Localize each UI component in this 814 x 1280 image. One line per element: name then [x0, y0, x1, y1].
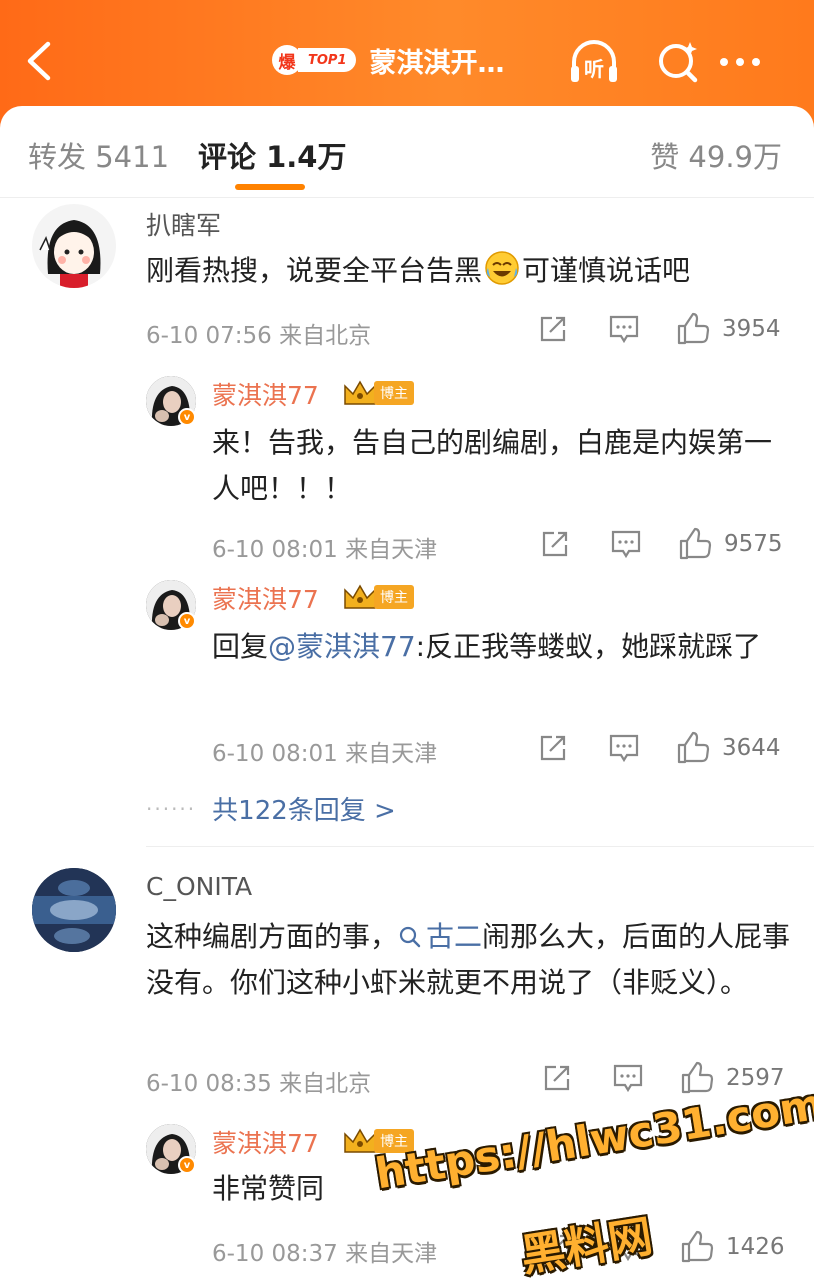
like-count: 1426: [726, 1234, 785, 1260]
tab-underline: [235, 184, 305, 190]
like-count: 3644: [722, 735, 781, 761]
like-count: 9575: [724, 531, 783, 557]
comment-text-part: 刚看热搜，说要全平台告黑: [146, 254, 483, 287]
like-count: 3954: [722, 316, 781, 342]
blogger-badge-label: 博主: [374, 381, 414, 405]
crown-icon: [344, 380, 376, 405]
thumbs-up-icon: [679, 527, 712, 560]
comment-text: 这种编剧方面的事， 古二闹那么大，后面的人屁事没有。你们这种小虾米就更不用说了（非…: [146, 914, 792, 1006]
reply-time: 6-10 08:37 来自天津: [212, 1241, 438, 1267]
thumbs-up-icon: [681, 1061, 714, 1094]
page-title: 蒙淇淇开…: [369, 47, 505, 79]
more-replies-link[interactable]: ······ 共122条回复 >: [146, 790, 396, 827]
comment-icon: [611, 530, 641, 559]
reply-text: 来！告我，告自己的剧编剧，白鹿是内娱第一人吧！！！: [212, 426, 773, 505]
share-icon: [544, 1065, 570, 1091]
page: { "header": { "hot_char": "爆", "top_labe…: [0, 0, 814, 1280]
comment-time: 6-10 07:56 来自北京: [146, 323, 372, 349]
crying-laughing-emoji-icon: [485, 251, 519, 285]
search-icon: [399, 926, 421, 948]
comment-time: 6-10 08:35 来自北京: [146, 1071, 372, 1097]
divider: [146, 846, 814, 847]
user-photo-avatar: [32, 868, 116, 952]
tab-bar: 转发 5411 评论 1.4万 赞 49.9万: [0, 106, 814, 198]
reply-username[interactable]: 蒙淇淇77: [212, 376, 319, 412]
comment-icon: [613, 1064, 643, 1093]
share-button[interactable]: [542, 1063, 572, 1093]
back-button[interactable]: [22, 36, 62, 86]
blogger-badge: 博主: [342, 582, 414, 612]
thumbs-up-icon: [681, 1230, 714, 1263]
like-button[interactable]: 3954: [676, 312, 781, 346]
reply-button[interactable]: [608, 314, 640, 344]
dots-divider: ······: [146, 796, 197, 821]
share-icon: [540, 316, 566, 342]
reply-button[interactable]: [610, 529, 642, 559]
mention-link[interactable]: @蒙淇淇77: [268, 630, 416, 663]
reply-time: 6-10 08:01 来自天津: [212, 537, 438, 563]
tab-repost[interactable]: 转发 5411: [28, 134, 169, 176]
share-button[interactable]: [538, 733, 568, 763]
avatar[interactable]: [32, 868, 116, 952]
search-topic-label: 古二: [426, 920, 483, 953]
share-button[interactable]: [540, 529, 570, 559]
comment-icon: [609, 315, 639, 344]
reply-username[interactable]: 蒙淇淇77: [212, 580, 319, 616]
reply-username[interactable]: 蒙淇淇77: [212, 1124, 319, 1160]
reply-button[interactable]: [612, 1063, 644, 1093]
listen-button[interactable]: 听: [566, 34, 622, 90]
comment-username[interactable]: C_ONITA: [146, 872, 252, 901]
like-button[interactable]: 9575: [678, 527, 783, 561]
more-button[interactable]: [710, 34, 770, 90]
avatar[interactable]: [32, 204, 116, 288]
top-rank-badge: TOP1: [298, 48, 356, 72]
chevron-left-icon: [27, 41, 51, 81]
crown-icon: [344, 584, 376, 609]
like-button[interactable]: 1426: [680, 1230, 785, 1264]
more-replies-label: 共122条回复 >: [212, 796, 396, 826]
tab-comments[interactable]: 评论 1.4万: [198, 134, 346, 176]
blogger-badge: 博主: [342, 378, 414, 408]
search-button[interactable]: [650, 34, 706, 90]
verified-badge-icon: v: [178, 1156, 196, 1174]
more-dots-icon: [720, 58, 760, 66]
comment-text: 刚看热搜，说要全平台告黑 可谨慎说话吧: [146, 248, 796, 294]
share-button[interactable]: [538, 314, 568, 344]
search-topic-link[interactable]: 古二: [398, 920, 482, 953]
thumbs-up-icon: [677, 312, 710, 345]
comment-text-part: 这种编剧方面的事，: [146, 920, 399, 953]
reply-prefix: 回复: [212, 630, 269, 663]
verified-badge-icon: v: [178, 612, 196, 630]
like-button[interactable]: 3644: [676, 731, 781, 765]
comment-icon: [609, 734, 639, 763]
reply-button[interactable]: [608, 733, 640, 763]
reply-time: 6-10 08:01 来自天津: [212, 741, 438, 767]
reply-text-part: :反正我等蝼蚁，她踩就踩了: [415, 630, 762, 663]
blogger-badge-label: 博主: [374, 585, 414, 609]
verified-badge-icon: v: [178, 408, 196, 426]
reply-text: 回复@蒙淇淇77:反正我等蝼蚁，她踩就踩了: [212, 624, 792, 670]
svg-text:听: 听: [584, 57, 604, 81]
thumbs-up-icon: [677, 731, 710, 764]
cartoon-girl-avatar: [39, 220, 101, 288]
share-icon: [540, 735, 566, 761]
share-icon: [542, 531, 568, 557]
hot-search-title[interactable]: 爆 TOP1 蒙淇淇开…: [272, 38, 505, 82]
search-icon: [659, 42, 698, 83]
tab-likes[interactable]: 赞 49.9万: [650, 134, 782, 176]
headphones-icon: 听: [571, 40, 617, 82]
comment-username[interactable]: 扒瞎军: [146, 206, 221, 242]
comment-text-part: 可谨慎说话吧: [522, 254, 691, 287]
